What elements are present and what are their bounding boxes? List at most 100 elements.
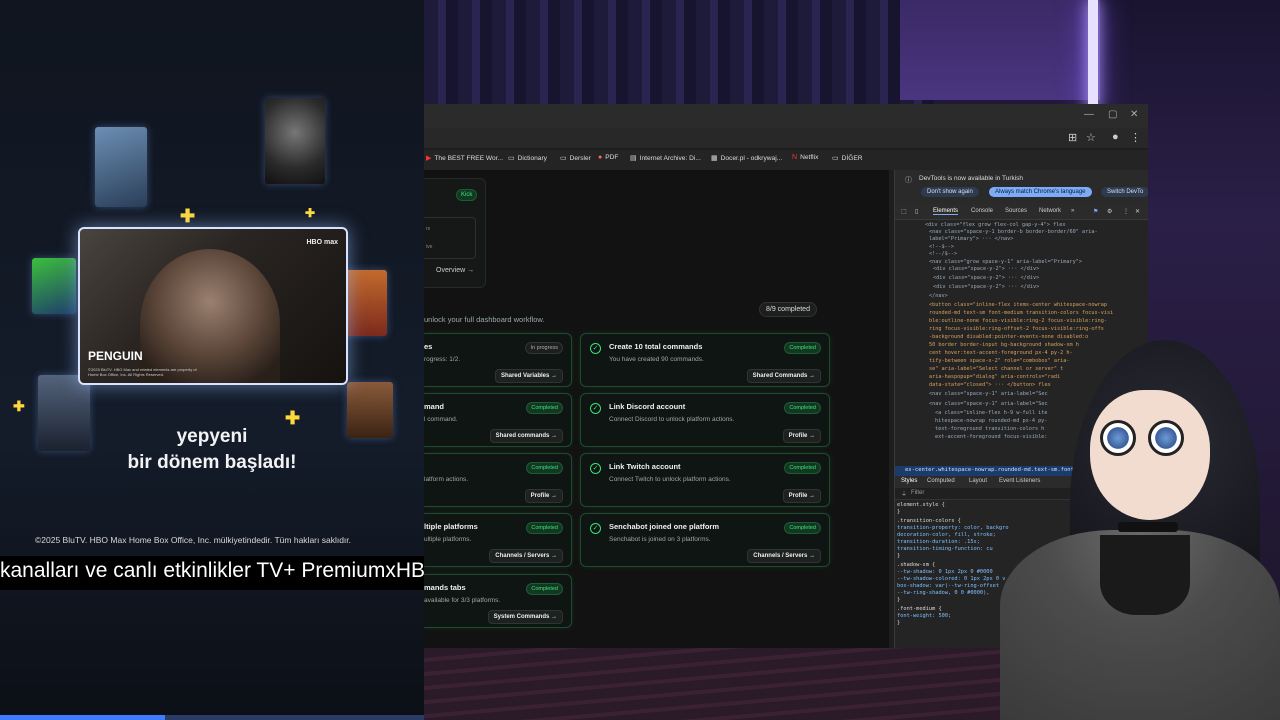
filter-icon: ⏚ (901, 492, 908, 498)
translate-icon[interactable]: ⊞ (1068, 131, 1077, 144)
inspect-icon[interactable]: ⬚ (901, 208, 907, 215)
bookmark-item[interactable]: N Netflix (792, 154, 818, 161)
task-card: mands tabs available for 3/3 platforms. … (424, 574, 572, 628)
style-rule-line[interactable]: .transition-colors { (897, 518, 961, 525)
task-title: Create 10 total commands (609, 342, 703, 351)
task-action-button[interactable]: Profile → (782, 429, 821, 443)
bookmark-item[interactable]: ▤ Internet Archive: Di... (630, 154, 701, 163)
bookmark-item[interactable]: ▭ Dersler (560, 154, 591, 163)
bookmark-item[interactable]: ▭ DİĞER (832, 154, 863, 163)
video-progress-fill (0, 715, 166, 720)
task-card: ltiple platforms ultiple platforms. Comp… (424, 513, 572, 567)
promo-subheadline: bir dönem başladı! (127, 452, 297, 473)
style-rule-line[interactable]: .shadow-sm { (897, 562, 935, 569)
more-tabs-icon[interactable]: » (1071, 208, 1074, 214)
tab-layout[interactable]: Layout (969, 478, 987, 484)
style-rule-line[interactable]: } (897, 553, 900, 560)
status-badge: Completed (784, 462, 821, 474)
check-circle-icon: ✓ (590, 343, 601, 354)
style-rule-line[interactable]: decoration-color, fill, stroke; (897, 532, 996, 539)
platform-stats-box: rs ive (424, 217, 476, 259)
video-progress-bar[interactable] (0, 715, 424, 720)
style-rule-line[interactable]: --tw-shadow-colored: 0 1px 2px 0 v (897, 576, 1005, 583)
task-card: ✓ Link Discord account Connect Discord t… (580, 393, 830, 447)
style-rule-line[interactable]: box-shadow: var(--tw-ring-offset (897, 583, 999, 590)
promo-copyright: ©2025 BluTV. HBO Max Home Box Office, In… (35, 535, 352, 545)
video-copyright: ©2025 BluTV. HBO Max and related element… (88, 367, 197, 377)
style-rule-line[interactable]: transition-duration: .15s; (897, 539, 980, 546)
dom-node-line[interactable]: </nav> (929, 293, 948, 300)
poster-image (32, 258, 76, 314)
bookmarks-bar: ▶ The BEST FREE Wor... ▭ Dictionary ▭ Dersl… (424, 150, 1148, 170)
tab-sources[interactable]: Sources (1005, 208, 1027, 214)
device-icon[interactable]: ▯ (915, 208, 918, 215)
bookmark-item[interactable]: ▶ The BEST FREE Wor... (426, 154, 503, 163)
tab-console[interactable]: Console (971, 208, 993, 214)
overview-link[interactable]: Overview → (436, 267, 474, 274)
poster-image (265, 98, 325, 184)
match-language-button[interactable]: Always match Chrome's language (989, 187, 1092, 197)
check-circle-icon: ✓ (590, 403, 601, 414)
style-rule-line[interactable]: } (897, 509, 900, 516)
bookmark-label: DİĞER (841, 154, 863, 162)
dom-node-line[interactable]: label="Primary"> ··· </nav> (929, 236, 1013, 243)
status-badge: Completed (526, 402, 563, 414)
profile-icon[interactable]: ● (1112, 131, 1119, 143)
maximize-icon[interactable]: ▢ (1108, 109, 1117, 120)
style-rule-line[interactable]: .font-medium { (897, 606, 942, 613)
task-action-button[interactable]: System Commands → (487, 610, 563, 624)
dom-node-line[interactable]: <button class="inline-flex items-center … (929, 302, 1107, 309)
dom-node-line[interactable]: <div class="space-y-2"> ··· </div> (933, 284, 1039, 291)
close-devtools-icon[interactable]: ✕ (1135, 208, 1140, 215)
platform-card-kick: Kick rs ive Overview → (424, 178, 486, 288)
minimize-icon[interactable]: — (1084, 109, 1094, 120)
task-title: Link Discord account (609, 402, 686, 411)
dom-node-line[interactable]: ble:outline-none focus-visible:ring-2 fo… (929, 318, 1107, 325)
bookmark-label: PDF (605, 154, 619, 161)
tab-network[interactable]: Network (1039, 208, 1061, 214)
task-action-button[interactable]: Shared Commands → (746, 369, 821, 383)
style-rule-line[interactable]: --tw-shadow: 0 1px 2px 0 #0000 (897, 569, 993, 576)
task-action-button[interactable]: Channels / Servers → (747, 549, 821, 563)
bookmark-item[interactable]: ▦ Docer.pl - odkrywaj... (711, 154, 782, 163)
task-action-button[interactable]: Channels / Servers → (489, 549, 563, 563)
style-rule-line[interactable]: transition-property: color, backgro (897, 525, 1009, 532)
bookmark-item[interactable]: ▭ Dictionary (508, 154, 547, 163)
switch-language-button[interactable]: Switch DevTo (1101, 187, 1148, 197)
task-action-button[interactable]: Profile → (782, 489, 821, 503)
dom-node-line[interactable]: <!--$--> (929, 244, 954, 251)
task-description: You have created 90 commands. (609, 356, 704, 363)
style-rule-line[interactable]: } (897, 597, 900, 604)
bookmark-item[interactable]: ● PDF (598, 154, 618, 161)
dom-node-line[interactable]: <nav class="grow space-y-1" aria-label="… (929, 259, 1082, 266)
menu-icon[interactable]: ⋮ (1130, 131, 1141, 144)
style-rule-line[interactable]: --tw-ring-shadow, 0 0 #0000), (897, 590, 989, 597)
avatar-eye (1148, 420, 1184, 456)
dom-node-line[interactable]: rounded-md text-sm font-medium transitio… (929, 310, 1113, 317)
more-options-icon[interactable]: ⋮ (1123, 208, 1129, 215)
close-icon[interactable]: ✕ (1130, 109, 1138, 120)
task-action-button[interactable]: Profile → (524, 489, 563, 503)
settings-icon[interactable]: ⚙ (1107, 208, 1112, 215)
tab-styles[interactable]: Styles (901, 478, 917, 484)
dom-node-line[interactable]: <div class="flex grow flex-col gap-y-4">… (925, 222, 1066, 229)
bookmark-label: Netflix (800, 154, 819, 161)
dont-show-again-button[interactable]: Don't show again (921, 187, 979, 197)
style-rule-line[interactable]: } (897, 620, 900, 627)
dom-node-line[interactable]: <div class="space-y-2"> ··· </div> (933, 275, 1039, 282)
dom-node-line[interactable]: <!--/$--> (929, 251, 957, 258)
style-rule-line[interactable]: font-weight: 500; (897, 613, 951, 620)
style-rule-line[interactable]: transition-timing-function: cu (897, 546, 993, 553)
style-rule-line[interactable]: element.style { (897, 502, 945, 509)
issues-icon[interactable]: ⚑ (1093, 208, 1098, 215)
dom-node-line[interactable]: <nav class="space-y-1 border-b border-bo… (929, 229, 1098, 236)
dom-node-line[interactable]: <div class="space-y-2"> ··· </div> (933, 266, 1039, 273)
dashboard-page: Kick rs ive Overview → 8/9 completed unl… (424, 170, 889, 648)
tab-elements[interactable]: Elements (933, 208, 959, 215)
tab-computed[interactable]: Computed (927, 478, 955, 484)
task-card: mand l command. Completed Shared command… (424, 393, 572, 447)
bookmark-star-icon[interactable]: ☆ (1086, 131, 1096, 144)
task-action-button[interactable]: Shared commands → (489, 429, 563, 443)
ticker-bar: kanalları ve canlı etkinlikler TV+ Premi… (0, 556, 424, 590)
task-action-button[interactable]: Shared Variables → (494, 369, 563, 383)
